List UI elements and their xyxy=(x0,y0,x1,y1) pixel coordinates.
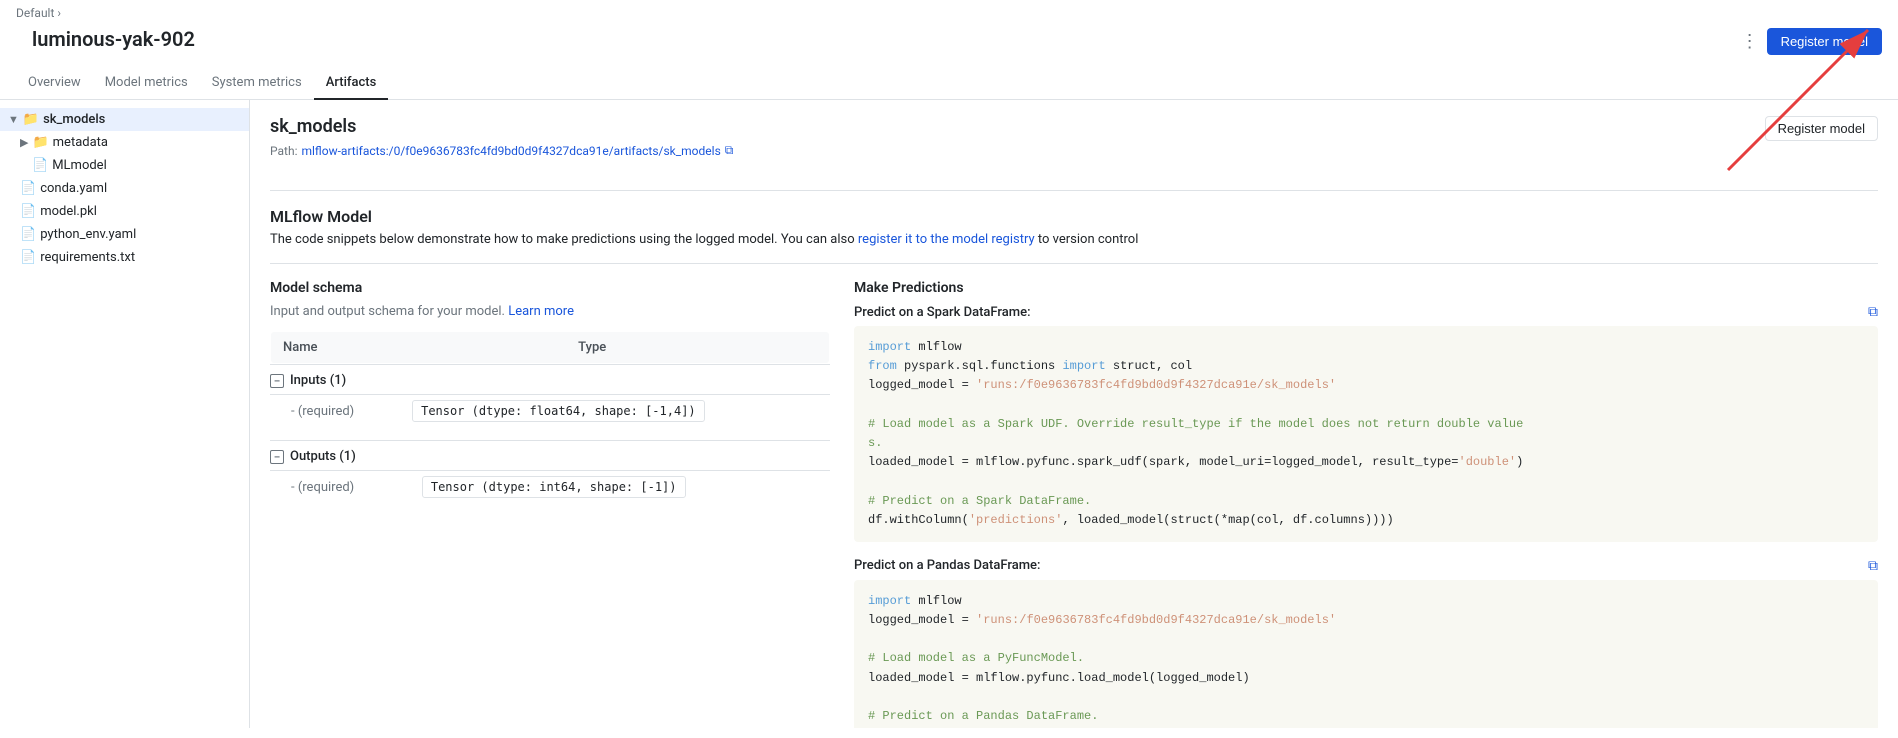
sidebar-item-metadata[interactable]: ▶ 📁 metadata xyxy=(0,131,249,154)
header-actions: ⋮ Register model xyxy=(1741,28,1882,55)
tabs-bar: Overview Model metrics System metrics Ar… xyxy=(0,67,1898,100)
outputs-table: - (required) Tensor (dtype: int64, shape… xyxy=(270,471,830,504)
sidebar-label-conda: conda.yaml xyxy=(40,181,107,196)
output-type-1: Tensor (dtype: int64, shape: [-1]) xyxy=(410,472,830,504)
outputs-collapse-icon[interactable]: − xyxy=(270,450,284,464)
chevron-right-icon: ▶ xyxy=(20,136,28,149)
sidebar-label-sk_models: sk_models xyxy=(43,112,105,127)
breadcrumb-separator: › xyxy=(57,6,61,20)
sidebar-label-mlmodel: MLmodel xyxy=(52,158,107,173)
sidebar-item-conda[interactable]: 📄 conda.yaml xyxy=(0,177,249,200)
inputs-collapse-icon[interactable]: − xyxy=(270,374,284,388)
outputs-label: Outputs (1) xyxy=(290,449,356,464)
file-icon-conda: 📄 xyxy=(20,181,36,196)
sidebar: ▼ 📁 sk_models ▶ 📁 metadata 📄 MLmodel 📄 c… xyxy=(0,100,250,728)
more-options-icon[interactable]: ⋮ xyxy=(1741,31,1759,52)
pandas-label: Predict on a Pandas DataFrame: xyxy=(854,558,1040,573)
output-tensor-badge-1: Tensor (dtype: int64, shape: [-1]) xyxy=(422,476,686,498)
main-layout: ▼ 📁 sk_models ▶ 📁 metadata 📄 MLmodel 📄 c… xyxy=(0,100,1898,728)
sidebar-item-python-env[interactable]: 📄 python_env.yaml xyxy=(0,223,249,246)
tab-overview[interactable]: Overview xyxy=(16,67,93,100)
outputs-group-header: − Outputs (1) xyxy=(270,440,830,471)
schema-title: Model schema xyxy=(270,280,830,296)
output-name-1: - (required) xyxy=(271,472,410,504)
tab-model-metrics[interactable]: Model metrics xyxy=(93,67,200,100)
learn-more-link[interactable]: Learn more xyxy=(508,304,574,319)
input-name-1: - (required) xyxy=(271,396,401,428)
sidebar-item-requirements[interactable]: 📄 requirements.txt xyxy=(0,246,249,269)
sidebar-label-python-env: python_env.yaml xyxy=(40,227,136,242)
model-registry-link[interactable]: register it to the model registry xyxy=(858,232,1035,247)
col-name-header: Name xyxy=(271,332,567,364)
folder-icon-metadata: 📁 xyxy=(32,135,48,150)
inputs-label: Inputs (1) xyxy=(290,373,346,388)
input-type-1: Tensor (dtype: float64, shape: [-1,4]) xyxy=(400,396,829,428)
tab-system-metrics[interactable]: System metrics xyxy=(200,67,314,100)
inputs-group-header: − Inputs (1) xyxy=(270,364,830,395)
pandas-copy-icon[interactable]: ⧉ xyxy=(1868,558,1878,574)
path-label: Path: xyxy=(270,144,297,158)
spark-code-block: import mlflow from pyspark.sql.functions… xyxy=(854,326,1878,542)
run-title: luminous-yak-902 xyxy=(16,23,211,59)
outputs-row-1: - (required) Tensor (dtype: int64, shape… xyxy=(271,472,830,504)
breadcrumb: Default › xyxy=(16,6,61,20)
content-area: sk_models Path: mlflow-artifacts:/0/f0e9… xyxy=(250,100,1898,728)
spark-code-section: Predict on a Spark DataFrame: ⧉ import m… xyxy=(854,304,1878,542)
file-icon-python-env: 📄 xyxy=(20,227,36,242)
spark-label: Predict on a Spark DataFrame: xyxy=(854,305,1031,320)
col-type-header: Type xyxy=(566,332,829,364)
tab-artifacts[interactable]: Artifacts xyxy=(314,67,389,100)
schema-desc: Input and output schema for your model. … xyxy=(270,304,830,319)
mlflow-model-title: MLflow Model xyxy=(270,207,1878,226)
inputs-row-1: - (required) Tensor (dtype: float64, sha… xyxy=(271,396,830,428)
file-icon-mlmodel: 📄 xyxy=(32,158,48,173)
file-icon-requirements: 📄 xyxy=(20,250,36,265)
inputs-table: - (required) Tensor (dtype: float64, sha… xyxy=(270,395,830,428)
pandas-label-row: Predict on a Pandas DataFrame: ⧉ xyxy=(854,558,1878,574)
two-col-layout: Model schema Input and output schema for… xyxy=(270,280,1878,728)
sidebar-label-model-pkl: model.pkl xyxy=(40,204,97,219)
make-predictions-section: Make Predictions Predict on a Spark Data… xyxy=(854,280,1878,728)
register-model-button-top[interactable]: Register model xyxy=(1767,28,1882,55)
mlflow-model-desc: The code snippets below demonstrate how … xyxy=(270,232,1878,247)
file-icon-model-pkl: 📄 xyxy=(20,204,36,219)
sidebar-item-model-pkl[interactable]: 📄 model.pkl xyxy=(0,200,249,223)
spark-label-row: Predict on a Spark DataFrame: ⧉ xyxy=(854,304,1878,320)
sidebar-label-requirements: requirements.txt xyxy=(40,250,135,265)
predictions-title: Make Predictions xyxy=(854,280,1878,296)
schema-table: Name Type xyxy=(270,331,830,364)
artifact-path: Path: mlflow-artifacts:/0/f0e9636783fc4f… xyxy=(270,143,733,158)
model-schema-section: Model schema Input and output schema for… xyxy=(270,280,830,728)
copy-path-icon[interactable]: ⧉ xyxy=(725,143,734,158)
spark-copy-icon[interactable]: ⧉ xyxy=(1868,304,1878,320)
chevron-down-icon: ▼ xyxy=(8,113,19,126)
pandas-code-section: Predict on a Pandas DataFrame: ⧉ import … xyxy=(854,558,1878,728)
sidebar-item-mlmodel[interactable]: 📄 MLmodel xyxy=(0,154,249,177)
folder-icon: 📁 xyxy=(23,112,39,127)
sidebar-label-metadata: metadata xyxy=(53,135,108,150)
pandas-code-block: import mlflow logged_model = 'runs:/f0e9… xyxy=(854,580,1878,728)
input-tensor-badge-1: Tensor (dtype: float64, shape: [-1,4]) xyxy=(412,400,705,422)
artifact-path-link[interactable]: mlflow-artifacts:/0/f0e9636783fc4fd9bd0d… xyxy=(301,144,720,158)
artifact-title: sk_models xyxy=(270,116,733,137)
sidebar-item-sk_models[interactable]: ▼ 📁 sk_models xyxy=(0,108,249,131)
register-model-button-content[interactable]: Register model xyxy=(1765,116,1878,141)
breadcrumb-parent[interactable]: Default xyxy=(16,6,54,20)
